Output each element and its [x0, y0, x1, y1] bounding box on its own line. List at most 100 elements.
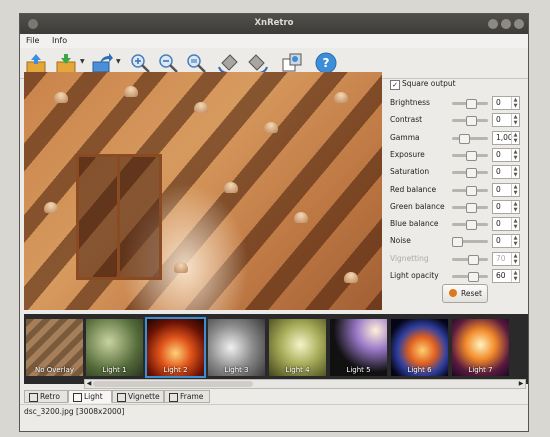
tab-frame[interactable]: Frame	[164, 390, 210, 403]
slider-thumb[interactable]	[465, 150, 477, 161]
control-row: Exposure 0 ▲ ▼	[390, 147, 522, 162]
overlay-thumbnail[interactable]: Light 5	[330, 319, 387, 376]
scroll-handle[interactable]	[93, 381, 253, 387]
overlay-thumbnail[interactable]: Light 6	[391, 319, 448, 376]
spin-arrows-icon[interactable]: ▲ ▼	[511, 200, 519, 213]
status-bar: dsc_3200.jpg [3008x2000]	[20, 404, 528, 419]
scroll-left-arrow[interactable]: ◀	[85, 380, 93, 388]
share-dropdown-arrow[interactable]: ▼	[116, 58, 122, 66]
image-preview[interactable]	[24, 72, 382, 310]
gamma-spinbox[interactable]: 1,00 ▲ ▼	[492, 130, 520, 145]
tab-light[interactable]: Light	[68, 390, 112, 403]
noise-spinbox[interactable]: 0 ▲ ▼	[492, 234, 520, 249]
tab-vignette[interactable]: Vignette	[112, 390, 164, 403]
slider-thumb[interactable]	[465, 168, 477, 179]
light-opacity-spinbox[interactable]: 60 ▲ ▼	[492, 269, 520, 283]
control-row: Vignetting 70 ▲ ▼	[390, 251, 522, 266]
contrast-value[interactable]: 0	[496, 115, 501, 124]
slider-thumb[interactable]	[452, 237, 463, 248]
noise-value[interactable]: 0	[496, 236, 501, 245]
scroll-right-arrow[interactable]: ▶	[517, 380, 525, 388]
spin-arrows-icon[interactable]: ▲ ▼	[511, 183, 519, 196]
save-dropdown-arrow[interactable]: ▼	[80, 58, 86, 66]
overlay-thumbnail[interactable]: Light 3	[208, 319, 265, 376]
slider-thumb[interactable]	[465, 185, 477, 196]
photo-shell	[224, 182, 238, 193]
thumbnail-label: Light 1	[102, 366, 127, 374]
spin-arrows-icon[interactable]: ▲ ▼	[511, 166, 519, 179]
control-row: Blue balance 0 ▲ ▼	[390, 217, 522, 232]
close-button[interactable]	[514, 19, 524, 29]
slider-thumb[interactable]	[465, 116, 477, 127]
vignetting-spinbox[interactable]: 70 ▲ ▼	[492, 251, 520, 266]
reset-button[interactable]: Reset	[442, 284, 488, 303]
title-bar: XnRetro	[20, 14, 528, 34]
light-opacity-slider[interactable]	[452, 272, 488, 282]
spin-arrows-icon[interactable]: ▲ ▼	[511, 148, 519, 161]
light-opacity-value[interactable]: 60	[496, 271, 506, 280]
spin-arrows-icon[interactable]: ▲ ▼	[511, 218, 519, 231]
menu-info[interactable]: Info	[52, 36, 67, 45]
thumbnail-label: Light 4	[285, 366, 310, 374]
exposure-spinbox[interactable]: 0 ▲ ▼	[492, 147, 520, 162]
contrast-spinbox[interactable]: 0 ▲ ▼	[492, 113, 520, 128]
maximize-button[interactable]	[501, 19, 511, 29]
tab-retro[interactable]: Retro	[24, 390, 68, 403]
brightness-label: Brightness	[390, 98, 430, 107]
thumbnail-scrollbar[interactable]: ◀ ▶	[84, 379, 526, 389]
saturation-value[interactable]: 0	[496, 167, 501, 176]
square-output-checkbox[interactable]: ✓	[390, 80, 400, 90]
photo-shell	[194, 102, 208, 113]
control-row: Contrast 0 ▲ ▼	[390, 113, 522, 128]
brightness-spinbox[interactable]: 0 ▲ ▼	[492, 96, 520, 110]
menu-file[interactable]: File	[26, 36, 39, 45]
reset-icon	[449, 289, 457, 297]
green-balance-value[interactable]: 0	[496, 202, 501, 211]
green-balance-slider[interactable]	[452, 202, 488, 213]
exposure-slider[interactable]	[452, 150, 488, 161]
noise-slider[interactable]	[452, 237, 488, 248]
spin-arrows-icon[interactable]: ▲ ▼	[511, 131, 519, 144]
slider-thumb[interactable]	[468, 254, 480, 265]
spin-arrows-icon[interactable]: ▲ ▼	[511, 252, 519, 265]
brightness-slider[interactable]	[452, 99, 488, 109]
spin-arrows-icon[interactable]: ▲ ▼	[511, 235, 519, 248]
blue-balance-spinbox[interactable]: 0 ▲ ▼	[492, 217, 520, 232]
blue-balance-slider[interactable]	[452, 220, 488, 231]
light-tab-icon	[73, 393, 82, 402]
overlay-thumbnail[interactable]: Light 2	[145, 317, 206, 378]
spin-arrows-icon[interactable]: ▲ ▼	[511, 114, 519, 127]
spin-arrows-icon[interactable]: ▲ ▼	[511, 97, 519, 109]
green-balance-spinbox[interactable]: 0 ▲ ▼	[492, 199, 520, 214]
saturation-slider[interactable]	[452, 168, 488, 179]
photo-window-detail	[76, 154, 162, 280]
contrast-slider[interactable]	[452, 116, 488, 127]
gamma-slider[interactable]	[452, 133, 488, 144]
blue-balance-value[interactable]: 0	[496, 219, 501, 228]
spin-arrows-icon[interactable]: ▲ ▼	[511, 270, 519, 282]
blue-balance-label: Blue balance	[390, 219, 439, 229]
overlay-thumbnail[interactable]: Light 1	[86, 319, 143, 376]
brightness-value[interactable]: 0	[496, 98, 501, 107]
exposure-value[interactable]: 0	[496, 150, 501, 159]
slider-thumb[interactable]	[458, 133, 470, 144]
red-balance-spinbox[interactable]: 0 ▲ ▼	[492, 182, 520, 197]
tab-label: Vignette	[128, 392, 160, 401]
overlay-thumbnail[interactable]: No Overlay	[26, 319, 83, 376]
vignetting-value[interactable]: 70	[496, 254, 506, 263]
slider-thumb[interactable]	[465, 202, 477, 213]
saturation-spinbox[interactable]: 0 ▲ ▼	[492, 165, 520, 180]
thumbnail-label: Light 6	[407, 366, 432, 374]
vignetting-slider[interactable]	[452, 254, 488, 265]
slider-thumb[interactable]	[468, 272, 480, 282]
exposure-label: Exposure	[390, 149, 425, 159]
photo-shell	[264, 122, 278, 133]
slider-thumb[interactable]	[465, 99, 477, 109]
slider-thumb[interactable]	[465, 220, 477, 231]
red-balance-value[interactable]: 0	[496, 185, 501, 194]
overlay-thumbnail[interactable]: Light 7	[452, 319, 509, 376]
red-balance-slider[interactable]	[452, 185, 488, 196]
overlay-thumbnail[interactable]: Light 4	[269, 319, 326, 376]
thumbnail-label: Light 2	[163, 366, 188, 374]
minimize-button[interactable]	[488, 19, 498, 29]
